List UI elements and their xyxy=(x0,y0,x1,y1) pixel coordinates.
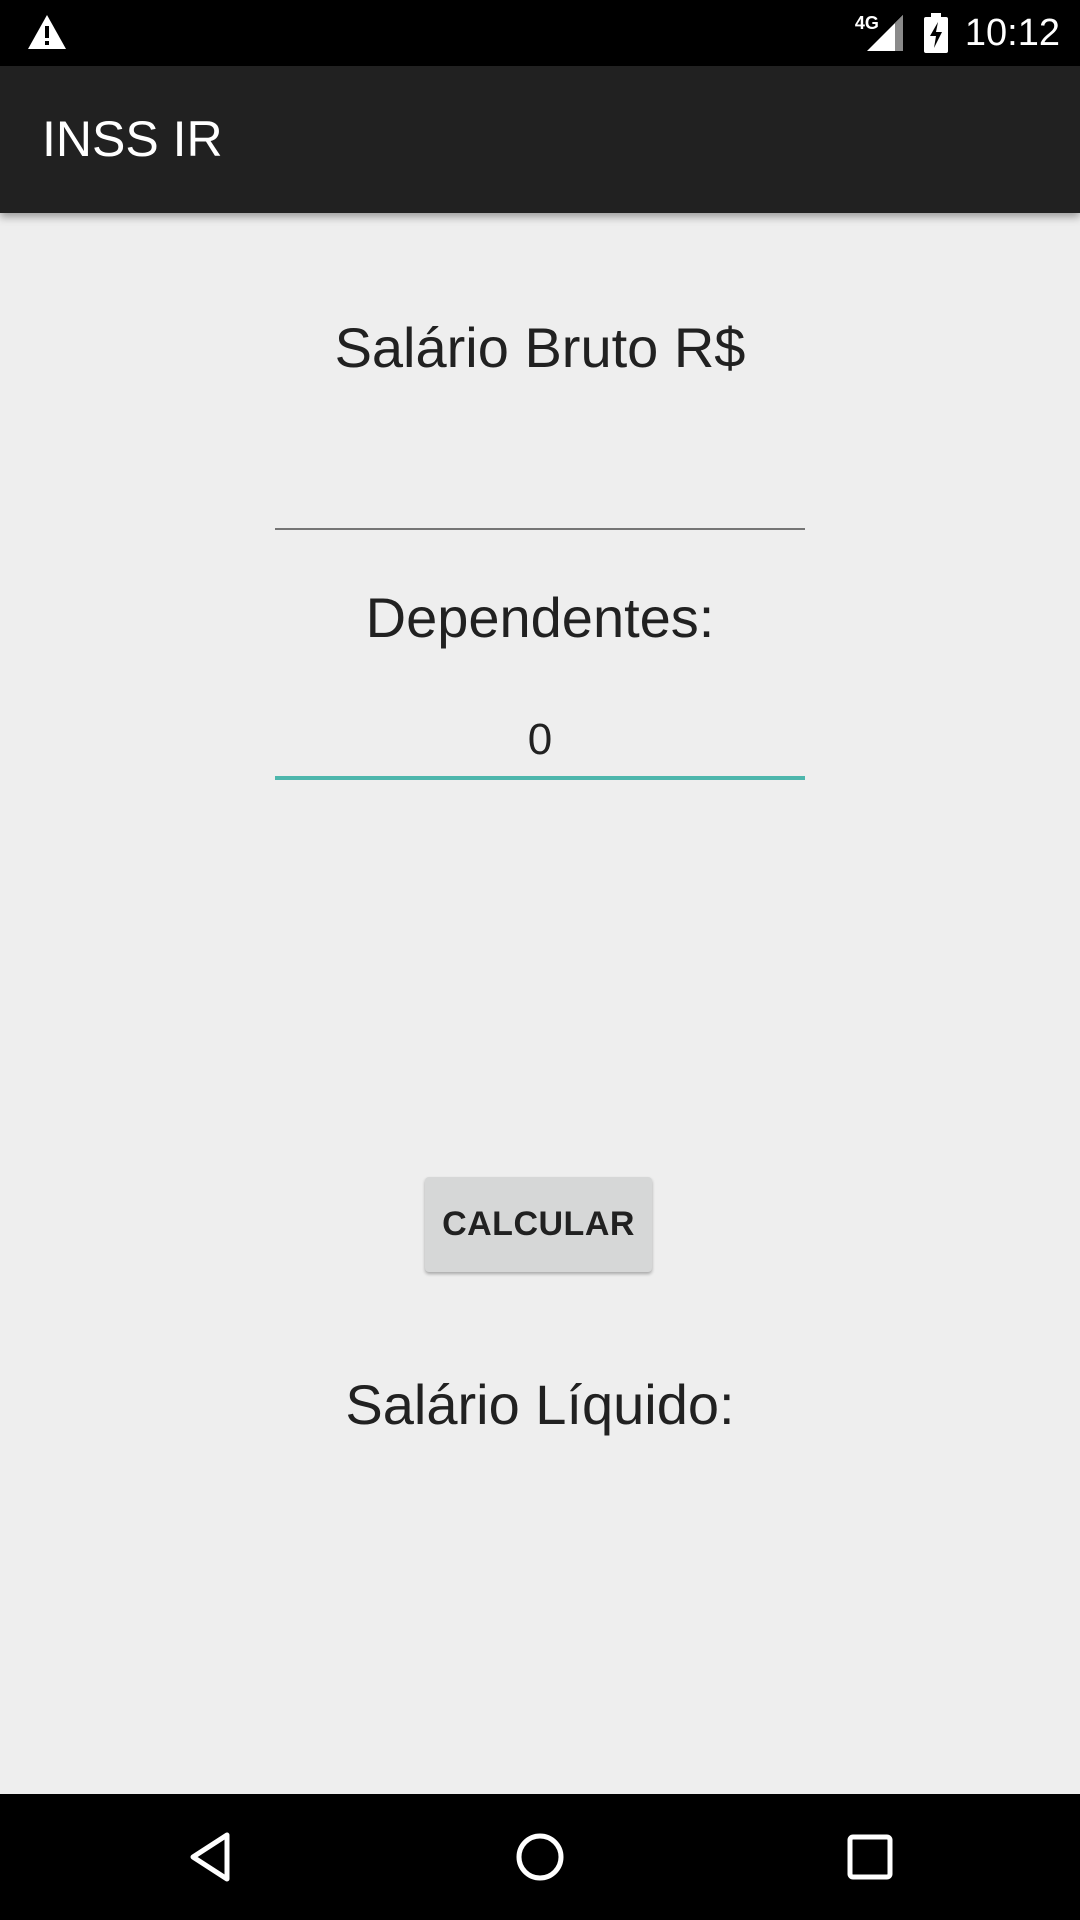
salario-bruto-input[interactable] xyxy=(275,450,805,530)
network-type-label: 4G xyxy=(854,12,879,33)
status-time: 10:12 xyxy=(964,11,1060,54)
salario-liquido-label: Salário Líquido: xyxy=(345,1373,735,1436)
dependentes-label: Dependentes: xyxy=(365,586,715,649)
app-bar: INSS IR xyxy=(0,66,1080,213)
recents-icon[interactable] xyxy=(840,1827,900,1887)
status-indicators: 4G 10:12 xyxy=(855,0,1060,66)
status-bar: 4G 10:12 xyxy=(0,0,1080,66)
calcular-button[interactable]: CALCULAR xyxy=(425,1177,652,1272)
nav-bar xyxy=(0,1794,1080,1920)
back-icon[interactable] xyxy=(181,1827,241,1887)
warning-icon xyxy=(28,15,66,49)
dependentes-input[interactable]: 0 xyxy=(275,700,805,780)
app-title: INSS IR xyxy=(42,111,223,167)
home-icon[interactable] xyxy=(510,1827,570,1887)
salario-bruto-label: Salário Bruto R$ xyxy=(334,316,746,379)
battery-charging-icon xyxy=(923,13,948,53)
